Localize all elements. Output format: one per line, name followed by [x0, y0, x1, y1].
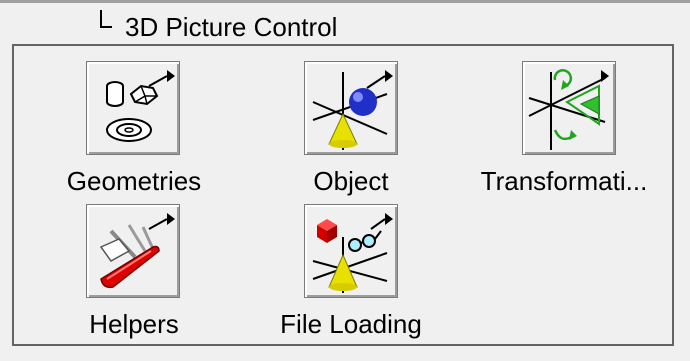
transformations-icon: [528, 69, 609, 150]
palette-panel: Geometries Object Transformati... Helper…: [12, 44, 674, 346]
object-icon: [312, 70, 393, 150]
window-top-edge: [0, 0, 690, 3]
geometries-label: Geometries: [66, 166, 202, 196]
object-button[interactable]: [304, 61, 398, 155]
geometries-button[interactable]: [86, 61, 180, 155]
helpers-label: Helpers: [89, 309, 179, 339]
object-label: Object: [313, 166, 389, 196]
file-loading-button[interactable]: [304, 204, 398, 298]
transformations-label: Transformati...: [480, 166, 648, 196]
tree-branch-glyph: [100, 10, 112, 28]
palette-title: 3D Picture Control: [125, 12, 338, 42]
file-loading-icon: [312, 213, 393, 293]
transformations-button[interactable]: [522, 61, 616, 155]
helpers-button[interactable]: [86, 204, 180, 298]
helpers-icon: [99, 213, 175, 289]
geometries-icon: [106, 70, 175, 142]
file-loading-label: File Loading: [280, 309, 422, 339]
